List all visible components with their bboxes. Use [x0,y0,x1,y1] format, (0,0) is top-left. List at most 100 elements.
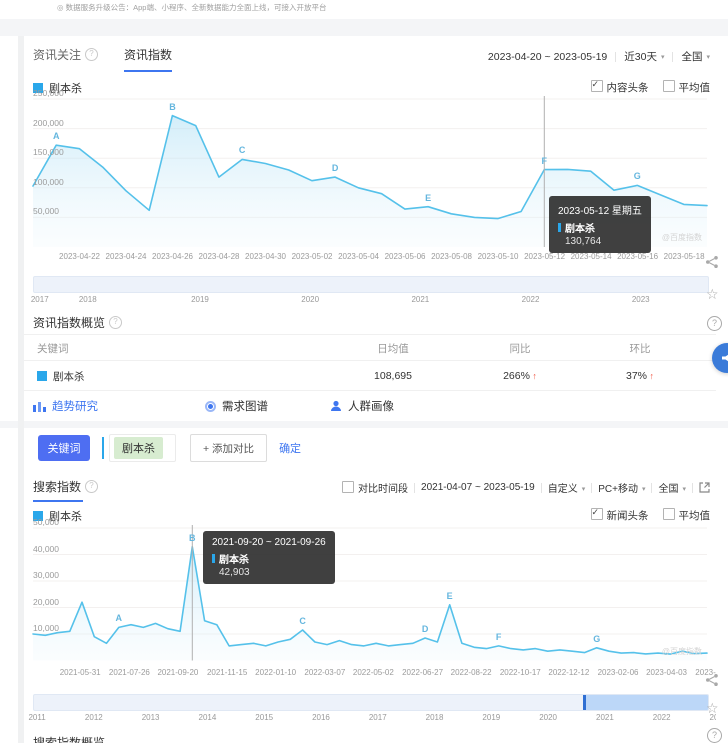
x-axis-tick: 2023-02-06 [598,668,639,677]
info-icon[interactable] [85,480,98,493]
checkbox-checked-icon[interactable] [591,80,603,92]
news-index-card: 资讯关注 资讯指数 2023-04-20 ~ 2023-05-19 近30天 全… [24,36,716,421]
peak-marker: E [447,591,453,601]
checkbox-unchecked-icon[interactable] [663,508,675,520]
x-axis-tick: 2023-05-02 [292,252,333,261]
slider-track[interactable] [33,276,709,293]
keyword-tag[interactable]: 剧本杀 [114,437,163,459]
checkbox-unchecked-icon[interactable] [663,80,675,92]
module-nav: 趋势研究 需求图谱 人群画像 [33,398,713,420]
content-headline-option[interactable]: 内容头条 [591,80,649,95]
x-axis-tick: 2022-01-10 [255,668,296,677]
x-axis-tick: 2021-09-20 [157,668,198,677]
x-axis-tick: 2023-04-24 [106,252,147,261]
x-axis-tick: 2022-08-22 [451,668,492,677]
average-option[interactable]: 平均值 [663,508,711,523]
share-icon[interactable] [705,673,719,692]
tooltip-value: 42,903 [212,567,326,578]
year-label: 2019 [482,713,500,722]
divider-band-middle [0,421,728,428]
chart2-legend-row: 剧本杀 新闻头条 平均值 [33,508,710,522]
y-axis-tick: 50,000 [33,517,59,527]
overview-title: 资讯指数概览 [33,314,122,331]
peak-marker: G [634,171,641,181]
banner-text: ◎ 数据服务升级公告：App端、小程序、全新数据能力全面上线，可接入开放平台 [57,3,326,12]
year-label: 2016 [312,713,330,722]
news-index-chart[interactable]: @百度指数 2023-05-12 星期五 剧本杀 130,764 250,000… [24,94,716,270]
region-dropdown[interactable]: 全国 [658,480,686,495]
checkbox-checked-icon[interactable] [591,508,603,520]
add-compare-button[interactable]: + 添加对比 [190,434,267,462]
y-axis-tick: 20,000 [33,597,59,607]
date-range-label[interactable]: 2023-04-20 ~ 2023-05-19 [488,51,607,63]
peak-marker: F [496,632,502,642]
star-icon[interactable]: ☆ [706,286,719,303]
keyword-button[interactable]: 关键词 [38,435,90,461]
average-option[interactable]: 平均值 [663,80,711,95]
export-icon[interactable] [699,482,710,493]
tooltip-date: 2023-05-12 星期五 [558,202,642,217]
search-index-title: 搜索指数 [33,478,98,495]
x-axis-tick: 2023-05-10 [478,252,519,261]
search-index-chart[interactable]: @百度指数 2021-09-20 ~ 2021-09-26 剧本杀 42,903… [24,522,716,686]
slider-track[interactable] [33,694,709,711]
x-axis-tick: 2022-12-12 [548,668,589,677]
megaphone-icon [721,352,728,364]
chart1-controls: 2023-04-20 ~ 2023-05-19 近30天 全国 [488,49,710,64]
help-icon[interactable] [707,316,722,331]
tab-news-follow[interactable]: 资讯关注 [33,46,98,63]
star-icon[interactable]: ☆ [706,700,719,717]
year-label: 2020 [539,713,557,722]
x-axis-tick: 2023-05-04 [338,252,379,261]
row-daily-avg: 108,695 [374,370,412,382]
nav-demand-graph[interactable]: 需求图谱 [205,398,268,414]
year-label: 2019 [191,295,209,304]
news-headline-option[interactable]: 新闻头条 [591,508,649,523]
peak-marker: A [53,131,60,141]
range-dropdown[interactable]: 自定义 [548,480,586,495]
info-icon[interactable] [85,48,98,61]
nav-trend-research[interactable]: 趋势研究 [33,398,98,414]
x-axis-tick: 2022-03-07 [304,668,345,677]
region-dropdown[interactable]: 全国 [681,49,710,64]
year-label: 2018 [79,295,97,304]
slider-year-labels: 2011201220132014201520162017201820192020… [33,713,709,724]
year-range-slider[interactable]: 2017201820192020202120222023 [33,276,709,306]
checkbox-unchecked-icon[interactable] [342,481,354,493]
device-dropdown[interactable]: PC+移动 [598,480,645,495]
nav-audience-profile[interactable]: 人群画像 [330,398,394,414]
year-label: 2022 [522,295,540,304]
share-icon[interactable] [705,255,719,274]
divider [24,360,716,361]
x-axis-tick: 2023-05-12 [524,252,565,261]
keyword-input-box[interactable]: 剧本杀 [109,434,176,462]
compare-period-option[interactable]: 对比时间段 [342,480,408,495]
series-color-bar [102,437,104,459]
row-keyword: 剧本杀 [37,369,85,384]
col-keyword: 关键词 [37,341,69,356]
watermark: @百度指数 [662,232,702,243]
peak-marker: D [422,624,429,634]
help-icon[interactable] [707,728,722,743]
info-icon[interactable] [109,316,122,329]
year-label: 2018 [426,713,444,722]
bar-chart-icon [33,400,46,412]
x-axis-tick: 2023-04-03 [646,668,687,677]
x-axis-tick: 2023-04-22 [59,252,100,261]
peak-marker: B [189,533,196,543]
col-yoy: 同比 [510,341,531,356]
separator [541,483,542,493]
range-dropdown[interactable]: 近30天 [624,49,664,64]
y-axis-tick: 200,000 [33,118,64,128]
x-axis-tick: 2021-11-15 [207,668,247,677]
x-axis-tick: 2021-07-26 [109,668,150,677]
tab-news-index[interactable]: 资讯指数 [124,46,172,63]
divider [24,334,716,335]
chart1-legend-row: 剧本杀 内容头条 平均值 [33,80,710,94]
x-axis-tick: 2023-04-30 [245,252,286,261]
year-range-slider[interactable]: 2011201220132014201520162017201820192020… [33,694,709,724]
date-range-label[interactable]: 2021-04-07 ~ 2023-05-19 [421,482,535,493]
slider-selection[interactable] [583,695,708,710]
confirm-button[interactable]: 确定 [279,440,301,456]
person-icon [330,400,342,412]
